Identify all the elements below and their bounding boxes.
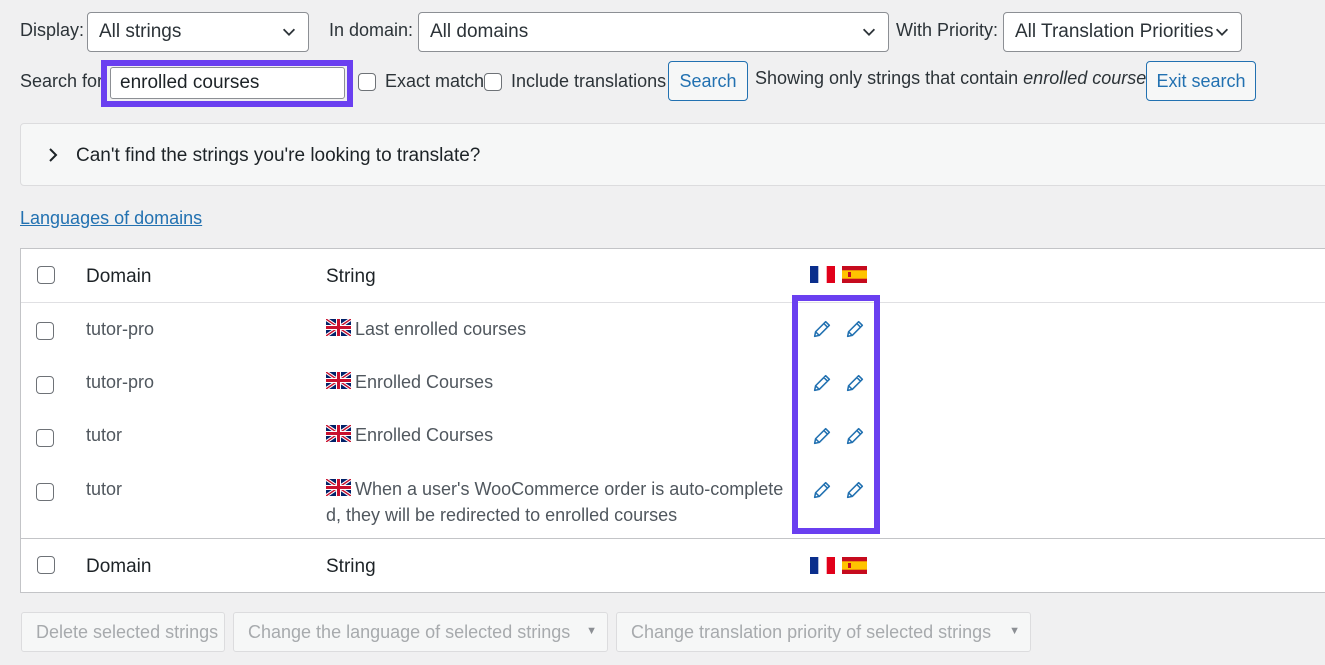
- row-domain: tutor-pro: [86, 372, 155, 392]
- footer-divider: [21, 538, 1325, 539]
- row-checkbox[interactable]: [36, 483, 54, 501]
- search-input[interactable]: enrolled courses: [110, 67, 345, 99]
- row-string-text: Enrolled Courses: [355, 372, 494, 392]
- change-priority-select[interactable]: Change translation priority of selected …: [616, 612, 1031, 652]
- include-translations-checkbox[interactable]: [484, 73, 502, 91]
- select-all-checkbox-footer[interactable]: [37, 556, 55, 574]
- missing-strings-label: Can't find the strings you're looking to…: [76, 145, 481, 166]
- column-header-string[interactable]: String: [326, 266, 376, 288]
- row-domain: tutor: [86, 479, 123, 499]
- languages-of-domains-link[interactable]: Languages of domains: [20, 208, 202, 229]
- chevron-right-icon: [49, 148, 58, 162]
- domain-label: In domain:: [329, 20, 414, 40]
- select-all-checkbox[interactable]: [37, 266, 55, 284]
- row-string: When a user's WooCommerce order is auto-…: [326, 479, 783, 500]
- delete-selected-button[interactable]: Delete selected strings: [21, 612, 225, 652]
- display-select[interactable]: All strings: [87, 12, 309, 52]
- exact-match-label[interactable]: Exact match: [385, 71, 484, 92]
- uk-flag-icon: [326, 372, 351, 389]
- search-status-prefix: Showing only strings that contain: [755, 68, 1019, 88]
- exit-search-button[interactable]: Exit search: [1146, 61, 1256, 101]
- uk-flag-icon: [326, 319, 351, 336]
- search-status-text: Showing only strings that contain enroll…: [755, 68, 1155, 89]
- dropdown-triangle-icon: ▼: [586, 625, 597, 637]
- search-input-value: enrolled courses: [120, 72, 260, 93]
- missing-strings-panel[interactable]: Can't find the strings you're looking to…: [20, 123, 1325, 186]
- search-button-label: Search: [679, 70, 737, 91]
- search-button[interactable]: Search: [668, 61, 748, 101]
- exit-search-button-label: Exit search: [1156, 70, 1246, 91]
- priority-label: With Priority:: [896, 20, 999, 40]
- fr-flag-icon: [810, 557, 835, 574]
- row-checkbox[interactable]: [36, 322, 54, 340]
- chevron-down-icon: [282, 28, 296, 36]
- row-string: Enrolled Courses: [326, 425, 493, 446]
- strings-table: Domain String tutor-pro Last enrolled co…: [20, 248, 1325, 593]
- fr-flag-icon: [810, 266, 835, 283]
- domain-select-value: All domains: [430, 21, 529, 42]
- row-checkbox[interactable]: [36, 376, 54, 394]
- es-flag-icon: [842, 266, 867, 283]
- search-label: Search for:: [20, 71, 109, 91]
- es-flag-icon: [842, 557, 867, 574]
- exact-match-checkbox[interactable]: [358, 73, 376, 91]
- include-translations-label[interactable]: Include translations: [511, 71, 666, 92]
- row-domain: tutor: [86, 425, 123, 445]
- row-checkbox[interactable]: [36, 429, 54, 447]
- change-priority-label: Change translation priority of selected …: [631, 621, 992, 642]
- row-string: Last enrolled courses: [326, 319, 526, 340]
- column-footer-domain[interactable]: Domain: [86, 556, 151, 578]
- chevron-down-icon: [1215, 28, 1229, 36]
- column-footer-string[interactable]: String: [326, 556, 376, 578]
- column-header-domain[interactable]: Domain: [86, 266, 151, 288]
- uk-flag-icon: [326, 425, 351, 442]
- change-language-select[interactable]: Change the language of selected strings …: [233, 612, 608, 652]
- row-string-text: Last enrolled courses: [355, 319, 527, 339]
- display-select-value: All strings: [99, 21, 182, 42]
- dropdown-triangle-icon: ▼: [1009, 625, 1020, 637]
- uk-flag-icon: [326, 479, 351, 496]
- row-string: Enrolled Courses: [326, 372, 493, 393]
- row-string-text-continued: d, they will be redirected to enrolled c…: [326, 505, 678, 525]
- domain-select[interactable]: All domains: [418, 12, 889, 52]
- delete-selected-label: Delete selected strings: [36, 621, 219, 642]
- priority-select[interactable]: All Translation Priorities: [1003, 12, 1242, 52]
- change-language-label: Change the language of selected strings: [248, 621, 571, 642]
- display-label: Display:: [20, 20, 85, 40]
- row-string-text: Enrolled Courses: [355, 425, 494, 445]
- edit-icons-highlight-box: [792, 295, 880, 534]
- priority-select-value: All Translation Priorities: [1015, 21, 1214, 42]
- search-status-term: enrolled courses: [1023, 68, 1156, 88]
- row-domain: tutor-pro: [86, 319, 155, 339]
- chevron-down-icon: [862, 28, 876, 36]
- row-string-text: When a user's WooCommerce order is auto-…: [355, 479, 784, 499]
- header-divider: [21, 302, 1325, 303]
